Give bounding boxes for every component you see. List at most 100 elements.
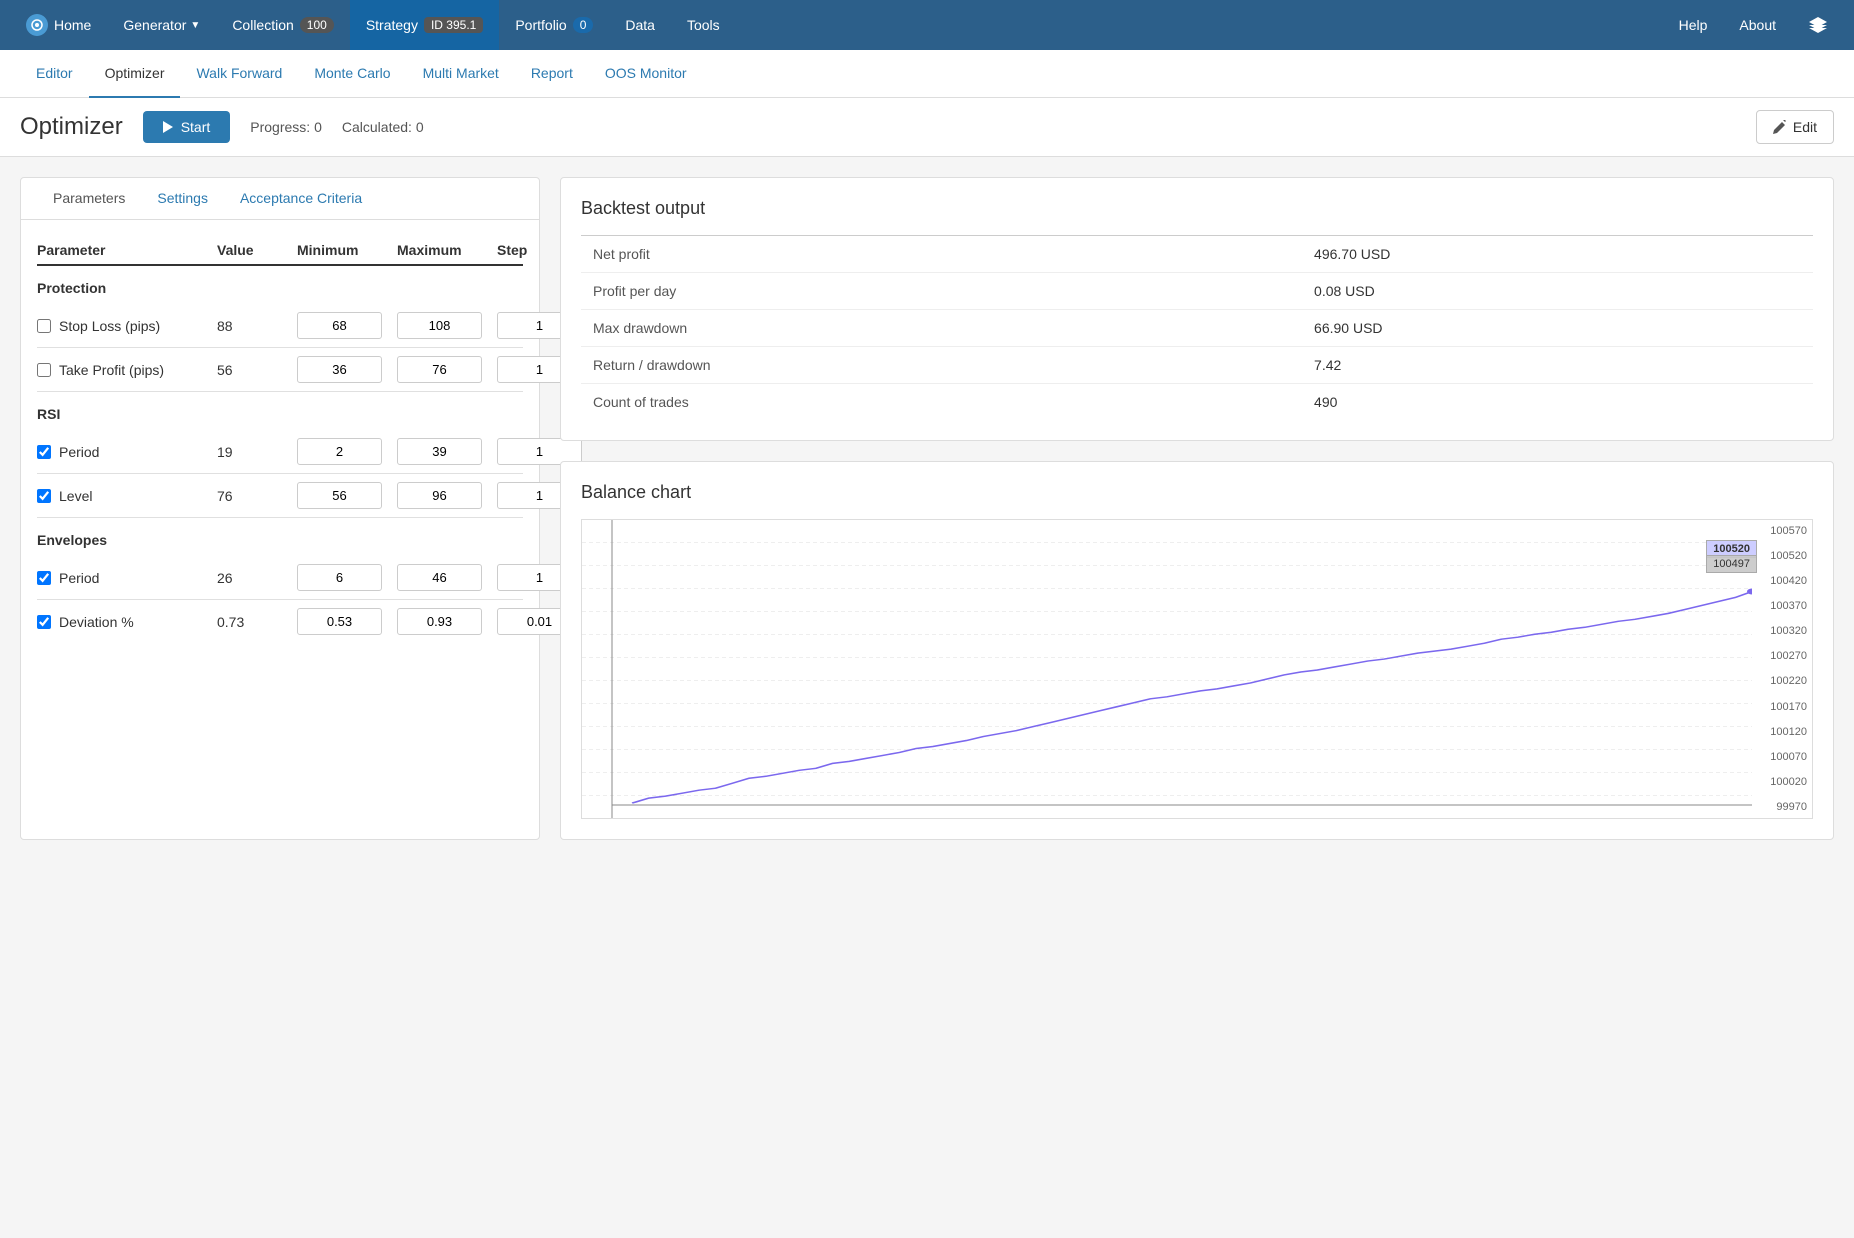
stop-loss-min[interactable] bbox=[297, 312, 382, 339]
table-row: Deviation % 0.73 bbox=[37, 600, 523, 643]
rsi-period-min[interactable] bbox=[297, 438, 382, 465]
take-profit-max[interactable] bbox=[397, 356, 482, 383]
tab-report[interactable]: Report bbox=[515, 50, 589, 98]
table-row: Take Profit (pips) 56 bbox=[37, 348, 523, 391]
chart-label-11: 100020 bbox=[1752, 776, 1807, 788]
nav-home[interactable]: Home bbox=[10, 0, 107, 50]
table-row: Net profit 496.70 USD bbox=[581, 236, 1813, 273]
env-period-value: 26 bbox=[217, 570, 297, 586]
params-table: Parameter Value Minimum Maximum Step Pro… bbox=[21, 220, 539, 659]
chart-label-3: 100420 bbox=[1752, 575, 1807, 587]
nav-strategy[interactable]: Strategy ID 395.1 bbox=[350, 0, 500, 50]
generator-arrow: ▼ bbox=[190, 20, 200, 31]
param-env-period-name: Period bbox=[37, 570, 217, 586]
table-row: Stop Loss (pips) 88 bbox=[37, 304, 523, 347]
take-profit-checkbox[interactable] bbox=[37, 363, 51, 377]
rsi-level-min[interactable] bbox=[297, 482, 382, 509]
nav-portfolio[interactable]: Portfolio 0 bbox=[499, 0, 609, 50]
profit-per-day-value: 0.08 USD bbox=[1302, 273, 1813, 310]
deviation-value: 0.73 bbox=[217, 614, 297, 630]
backtest-section: Backtest output Net profit 496.70 USD Pr… bbox=[560, 177, 1834, 441]
table-row: Max drawdown 66.90 USD bbox=[581, 310, 1813, 347]
tab-oos-monitor[interactable]: OOS Monitor bbox=[589, 50, 703, 98]
table-row: Level 76 bbox=[37, 474, 523, 517]
env-period-min[interactable] bbox=[297, 564, 382, 591]
chart-title: Balance chart bbox=[581, 482, 1813, 503]
param-stop-loss-name: Stop Loss (pips) bbox=[37, 318, 217, 334]
param-take-profit-name: Take Profit (pips) bbox=[37, 362, 217, 378]
progress-label: Progress: 0 bbox=[250, 119, 322, 135]
chart-section: Balance chart bbox=[560, 461, 1834, 840]
nav-tools[interactable]: Tools bbox=[671, 0, 736, 50]
panel-tab-parameters[interactable]: Parameters bbox=[37, 178, 141, 220]
nav-icon-btn[interactable] bbox=[1792, 0, 1844, 50]
deviation-max[interactable] bbox=[397, 608, 482, 635]
chart-tooltip-2: 100497 bbox=[1706, 555, 1757, 573]
profit-per-day-label: Profit per day bbox=[581, 273, 1302, 310]
tab-walk-forward[interactable]: Walk Forward bbox=[180, 50, 298, 98]
deviation-checkbox[interactable] bbox=[37, 615, 51, 629]
stop-loss-checkbox[interactable] bbox=[37, 319, 51, 333]
strategy-badge: ID 395.1 bbox=[424, 17, 483, 33]
home-icon bbox=[26, 14, 48, 36]
chart-label-1: 100520 bbox=[1752, 550, 1807, 562]
net-profit-value: 496.70 USD bbox=[1302, 236, 1813, 273]
backtest-title: Backtest output bbox=[581, 198, 1813, 219]
rsi-level-checkbox[interactable] bbox=[37, 489, 51, 503]
page-title: Optimizer bbox=[20, 113, 123, 141]
section-protection: Protection bbox=[37, 266, 523, 304]
rsi-period-checkbox[interactable] bbox=[37, 445, 51, 459]
panel-tab-settings[interactable]: Settings bbox=[141, 178, 224, 220]
nav-generator[interactable]: Generator ▼ bbox=[107, 0, 216, 50]
collection-badge: 100 bbox=[300, 17, 334, 33]
table-row: Profit per day 0.08 USD bbox=[581, 273, 1813, 310]
count-trades-label: Count of trades bbox=[581, 384, 1302, 421]
take-profit-value: 56 bbox=[217, 362, 297, 378]
rsi-period-max[interactable] bbox=[397, 438, 482, 465]
portfolio-badge: 0 bbox=[573, 17, 594, 33]
tab-optimizer[interactable]: Optimizer bbox=[89, 50, 181, 98]
max-drawdown-label: Max drawdown bbox=[581, 310, 1302, 347]
max-drawdown-value: 66.90 USD bbox=[1302, 310, 1813, 347]
return-drawdown-value: 7.42 bbox=[1302, 347, 1813, 384]
chart-label-8: 100170 bbox=[1752, 701, 1807, 713]
table-row: Count of trades 490 bbox=[581, 384, 1813, 421]
count-trades-value: 490 bbox=[1302, 384, 1813, 421]
net-profit-label: Net profit bbox=[581, 236, 1302, 273]
top-nav: Home Generator ▼ Collection 100 Strategy… bbox=[0, 0, 1854, 50]
rsi-period-value: 19 bbox=[217, 444, 297, 460]
nav-help[interactable]: Help bbox=[1663, 0, 1724, 50]
section-envelopes: Envelopes bbox=[37, 518, 523, 556]
tab-editor[interactable]: Editor bbox=[20, 50, 89, 98]
edit-button[interactable]: Edit bbox=[1756, 110, 1834, 144]
tab-monte-carlo[interactable]: Monte Carlo bbox=[298, 50, 406, 98]
start-button[interactable]: Start bbox=[143, 111, 231, 143]
rsi-level-max[interactable] bbox=[397, 482, 482, 509]
nav-data[interactable]: Data bbox=[609, 0, 671, 50]
table-row: Period 26 bbox=[37, 556, 523, 599]
section-rsi: RSI bbox=[37, 392, 523, 430]
deviation-min[interactable] bbox=[297, 608, 382, 635]
right-panel: Backtest output Net profit 496.70 USD Pr… bbox=[560, 177, 1834, 840]
param-deviation-name: Deviation % bbox=[37, 614, 217, 630]
env-period-max[interactable] bbox=[397, 564, 482, 591]
return-drawdown-label: Return / drawdown bbox=[581, 347, 1302, 384]
env-period-checkbox[interactable] bbox=[37, 571, 51, 585]
params-header: Parameter Value Minimum Maximum Step bbox=[37, 236, 523, 266]
chart-label-7: 100220 bbox=[1752, 675, 1807, 687]
panel-tab-acceptance[interactable]: Acceptance Criteria bbox=[224, 178, 378, 220]
tab-multi-market[interactable]: Multi Market bbox=[407, 50, 515, 98]
nav-collection[interactable]: Collection 100 bbox=[216, 0, 350, 50]
chart-label-0: 100570 bbox=[1752, 525, 1807, 537]
chart-label-10: 100070 bbox=[1752, 751, 1807, 763]
graduation-icon bbox=[1808, 15, 1828, 35]
table-row: Period 19 bbox=[37, 430, 523, 473]
stop-loss-value: 88 bbox=[217, 318, 297, 334]
main-content: Parameters Settings Acceptance Criteria … bbox=[0, 157, 1854, 860]
chart-label-4: 100370 bbox=[1752, 600, 1807, 612]
nav-about[interactable]: About bbox=[1723, 0, 1792, 50]
stop-loss-max[interactable] bbox=[397, 312, 482, 339]
take-profit-min[interactable] bbox=[297, 356, 382, 383]
chart-label-5: 100320 bbox=[1752, 625, 1807, 637]
home-label: Home bbox=[54, 17, 91, 33]
